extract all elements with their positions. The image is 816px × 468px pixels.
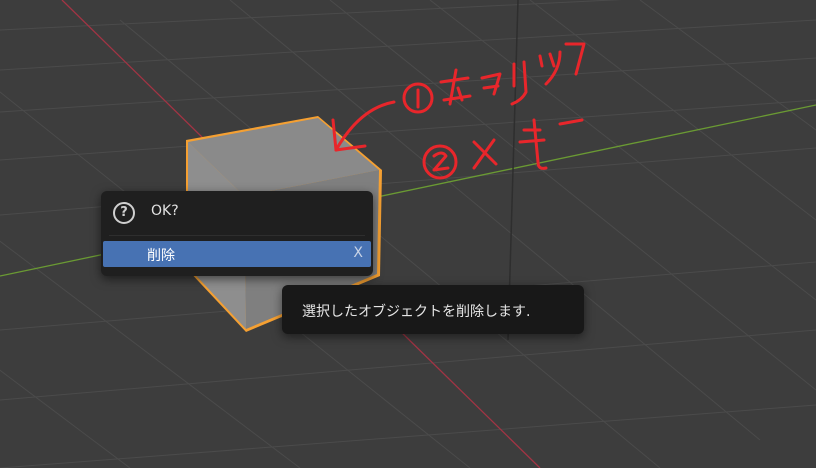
handwritten-annotation — [331, 42, 586, 180]
delete-label: 削除 — [147, 248, 175, 264]
question-circle-icon: ? — [113, 202, 135, 224]
popup-header: ? OK? — [101, 191, 373, 233]
delete-tooltip: 選択したオブジェクトを削除します. — [282, 285, 584, 334]
delete-menu-item[interactable]: 削除 X — [103, 241, 371, 267]
delete-shortcut: X — [353, 245, 363, 261]
tooltip-text: 選択したオブジェクトを削除します. — [302, 304, 531, 320]
popup-title: OK? — [151, 203, 179, 219]
popup-divider — [109, 235, 365, 236]
3d-viewport[interactable]: ? OK? 削除 X 選択したオブジェクトを削除します. — [0, 0, 816, 468]
delete-confirm-popup: ? OK? 削除 X — [101, 191, 373, 276]
